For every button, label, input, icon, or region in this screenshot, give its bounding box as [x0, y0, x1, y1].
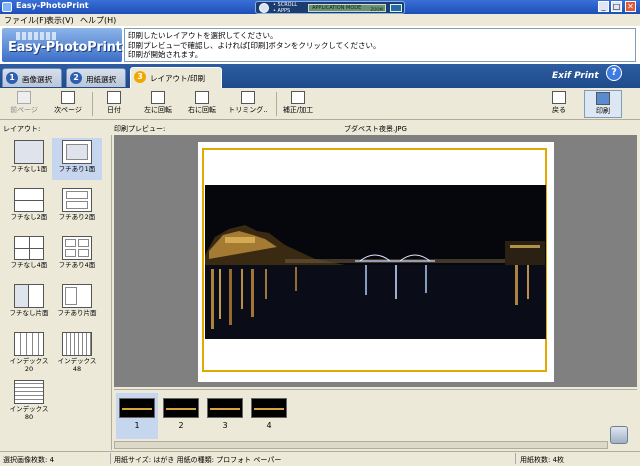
tab-label: 画像選択 — [22, 75, 52, 84]
status-paper-info: 用紙サイズ: はがき 用紙の種類: プロフォト ペーパー — [114, 456, 282, 464]
menu-view[interactable]: 表示(V) — [46, 15, 74, 26]
status-sheet-count: 用紙枚数: 4枚 — [520, 456, 565, 464]
layout-thumbnail — [14, 140, 44, 164]
addon-expand-button[interactable] — [390, 4, 402, 12]
application-mode-display: APPLICATION MODE ZOOM — [308, 4, 386, 12]
tab-step-number: 1 — [6, 72, 18, 84]
title-bar: Easy-PhotoPrint • SCROLL • APPS APPLICATI… — [0, 0, 640, 14]
instruction-line: 印刷したいレイアウトを選択してください。 — [128, 31, 278, 40]
zoom-label: ZOOM — [370, 7, 384, 12]
preview-filename: ブダペスト夜景.JPG — [344, 125, 407, 133]
trash-icon[interactable] — [610, 426, 628, 444]
prev-page-button[interactable]: 前ページ — [6, 90, 42, 118]
logo-film-graphic — [16, 32, 56, 40]
next-page-icon — [61, 91, 75, 104]
layout-bordered-2[interactable]: フチあり2面 — [52, 186, 102, 228]
layout-thumbnail — [14, 236, 44, 260]
instruction-line: 印刷プレビューで確認し、よければ[印刷]ボタンをクリックしてください。 — [128, 40, 381, 50]
help-icon[interactable]: ? — [606, 65, 622, 81]
print-button[interactable]: 印刷 — [584, 90, 622, 118]
thumbnail-image — [163, 398, 199, 418]
layout-heading: レイアウト: — [3, 125, 41, 133]
filmstrip-thumbnail[interactable]: 2 — [160, 393, 202, 439]
menu-bar: ファイル(F) 表示(V) ヘルプ(H) — [0, 14, 640, 26]
trimming-button[interactable]: トリミング.. — [226, 90, 270, 118]
layout-borderless-2[interactable]: フチなし2面 — [4, 186, 54, 228]
toolbar-separator — [276, 92, 277, 116]
close-button[interactable]: ✕ — [625, 1, 636, 12]
minimize-button[interactable]: _ — [598, 1, 609, 12]
layout-thumbnail — [62, 332, 92, 356]
night-cityscape-image — [205, 185, 546, 339]
layout-borderless-4[interactable]: フチなし4面 — [4, 234, 54, 276]
layout-bordered-half[interactable]: フチあり片面 — [52, 282, 102, 324]
layout-thumbnail — [14, 380, 44, 404]
tab-layout-print[interactable]: 3 レイアウト/印刷 — [130, 67, 222, 88]
menu-help[interactable]: ヘルプ(H) — [80, 15, 116, 26]
scroll-addon-widget[interactable]: • SCROLL • APPS APPLICATION MODE ZOOM — [255, 1, 405, 14]
back-arrow-icon — [552, 91, 566, 104]
prev-page-icon — [17, 91, 31, 104]
magic-wand-icon — [291, 91, 305, 104]
filmstrip-thumbnail[interactable]: 1 — [116, 393, 158, 439]
instruction-line: 印刷が開始されます。 — [128, 50, 203, 59]
preview-photo[interactable] — [205, 185, 546, 339]
status-selected-count: 選択画像枚数: 4 — [3, 456, 55, 464]
layout-thumbnail — [62, 140, 92, 164]
back-button[interactable]: 戻る — [544, 90, 574, 118]
thumbnail-image — [251, 398, 287, 418]
date-button[interactable]: 日付 — [100, 90, 128, 118]
tab-step-number: 2 — [70, 72, 82, 84]
tab-step-number: 3 — [134, 71, 146, 83]
layout-bordered-4[interactable]: フチあり4面 — [52, 234, 102, 276]
tab-label: 用紙選択 — [86, 75, 116, 84]
exif-print-logo: Exif Print — [552, 71, 599, 81]
calendar-icon — [107, 91, 121, 104]
layout-index-48[interactable]: インデックス 48 — [52, 330, 102, 374]
layout-thumbnail — [14, 332, 44, 356]
filmstrip-thumbnail[interactable]: 3 — [204, 393, 246, 439]
layout-index-80[interactable]: インデックス 80 — [4, 378, 54, 422]
crop-icon — [241, 91, 255, 104]
tab-label: レイアウト/印刷 — [150, 74, 206, 83]
rotate-right-icon — [195, 91, 209, 104]
rotate-right-button[interactable]: 右に回転 — [184, 90, 220, 118]
layout-thumbnail — [62, 188, 92, 212]
layout-thumbnail — [62, 284, 92, 308]
preview-heading: 印刷プレビュー: — [114, 125, 166, 133]
rotate-left-icon — [151, 91, 165, 104]
maximize-button[interactable]: □ — [611, 1, 622, 12]
toolbar-separator — [92, 92, 93, 116]
thumbnail-image — [119, 398, 155, 418]
scroll-addon-icon — [259, 3, 269, 13]
next-page-button[interactable]: 次ページ — [50, 90, 86, 118]
logo-text: Easy-PhotoPrint — [8, 40, 122, 55]
layout-index-20[interactable]: インデックス 20 — [4, 330, 54, 374]
layout-thumbnail — [62, 236, 92, 260]
layout-thumbnail — [14, 188, 44, 212]
layout-thumbnail — [14, 284, 44, 308]
status-bar: 選択画像枚数: 4 用紙サイズ: はがき 用紙の種類: プロフォト ペーパー 用… — [0, 451, 640, 466]
status-separator — [515, 453, 516, 464]
thumbnail-image — [207, 398, 243, 418]
app-icon — [2, 2, 12, 12]
filmstrip-scrollbar[interactable] — [114, 441, 608, 449]
status-separator — [110, 453, 111, 464]
tab-image-select[interactable]: 1 画像選択 — [2, 68, 62, 87]
layout-bordered-1[interactable]: フチあり1面 — [52, 138, 102, 180]
menu-file[interactable]: ファイル(F) — [4, 15, 47, 26]
label-row: レイアウト: 印刷プレビュー: ブダペスト夜景.JPG — [0, 121, 640, 135]
instruction-box: 印刷したいレイアウトを選択してください。 印刷プレビューで確認し、よければ[印刷… — [124, 28, 636, 62]
filmstrip-thumbnail[interactable]: 4 — [248, 393, 290, 439]
window-title: Easy-PhotoPrint — [16, 1, 89, 10]
layout-borderless-1[interactable]: フチなし1面 — [4, 138, 54, 180]
application-mode-label: APPLICATION MODE — [312, 5, 362, 11]
correct-edit-button[interactable]: 補正/加工 — [282, 90, 314, 118]
app-logo: Easy-PhotoPrint — [2, 28, 122, 62]
tab-paper-select[interactable]: 2 用紙選択 — [66, 68, 126, 87]
printer-icon — [596, 92, 610, 105]
rotate-left-button[interactable]: 左に回転 — [140, 90, 176, 118]
layout-borderless-half[interactable]: フチなし片面 — [4, 282, 54, 324]
